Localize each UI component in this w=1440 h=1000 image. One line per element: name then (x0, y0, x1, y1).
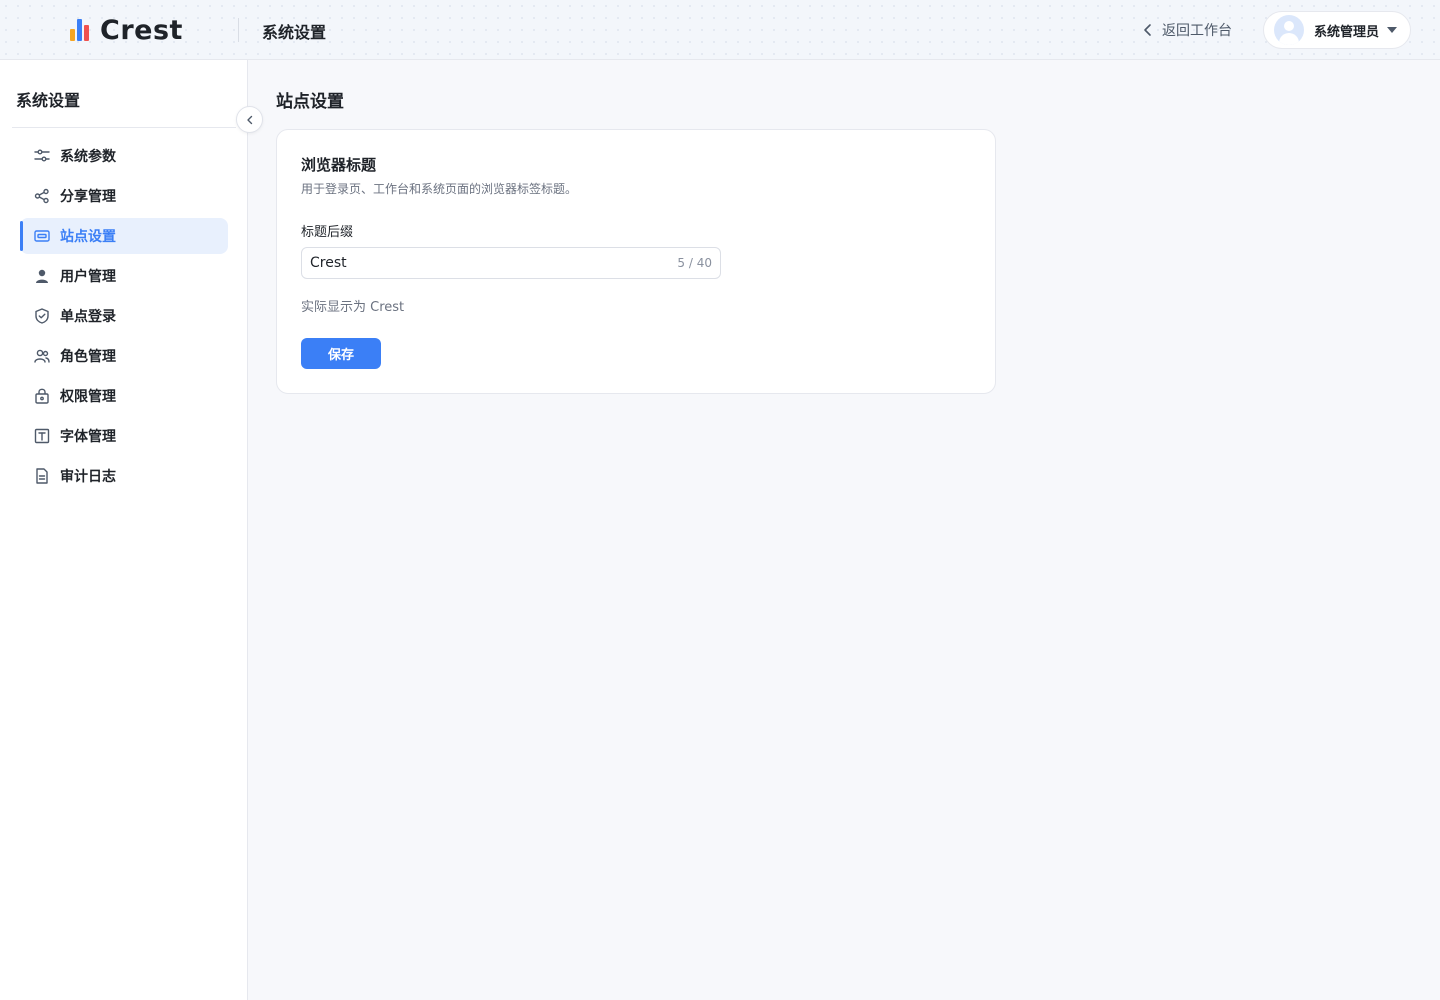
card-title: 浏览器标题 (301, 156, 377, 174)
sidebar-divider (12, 127, 236, 128)
sidebar-title: 系统设置 (16, 91, 81, 110)
sidebar-item-label: 权限管理 (60, 389, 116, 405)
caret-down-icon (1387, 27, 1398, 33)
char-counter: 5 / 40 (677, 256, 712, 270)
preview-hint: 实际显示为 Crest (301, 300, 405, 315)
browser-title-card: 浏览器标题 用于登录页、工作台和系统页面的浏览器标签标题。 标题后缀 5 / 4… (276, 129, 996, 394)
sidebar-item-label: 字体管理 (60, 429, 116, 445)
logo-bars-icon (70, 17, 92, 43)
card-description: 用于登录页、工作台和系统页面的浏览器标签标题。 (301, 182, 578, 196)
sidebar-item-label: 用户管理 (60, 269, 116, 285)
save-button[interactable]: 保存 (301, 338, 381, 369)
shield-check-icon (33, 307, 51, 325)
sidebar-item-share[interactable]: 分享管理 (20, 178, 228, 214)
sidebar-item-audit-log[interactable]: 审计日志 (20, 458, 228, 494)
sidebar-item-label: 站点设置 (60, 229, 116, 245)
user-menu[interactable]: 系统管理员 (1263, 11, 1411, 49)
header-title: 系统设置 (262, 23, 327, 42)
sidebar-item-label: 系统参数 (60, 149, 116, 165)
title-suffix-input[interactable] (302, 248, 678, 278)
logo[interactable]: Crest (70, 14, 183, 46)
top-header: Crest 系统设置 返回工作台 系统管理员 (0, 0, 1440, 60)
chevron-left-icon (246, 115, 252, 124)
sidebar-item-label: 单点登录 (60, 309, 116, 325)
sidebar: 系统设置 系统参数 分享管理 站点设置 用户管理 单点登录 角色管理 权限管理 … (0, 60, 248, 1000)
user-name: 系统管理员 (1314, 24, 1380, 40)
sidebar-item-label: 审计日志 (60, 469, 116, 485)
sidebar-item-users[interactable]: 用户管理 (20, 258, 228, 294)
sidebar-item-fonts[interactable]: 字体管理 (20, 418, 228, 454)
users-icon (33, 347, 51, 365)
page-title: 站点设置 (276, 92, 344, 112)
chevron-left-icon (1144, 24, 1151, 36)
sidebar-item-permissions[interactable]: 权限管理 (20, 378, 228, 414)
sidebar-item-label: 分享管理 (60, 189, 116, 205)
title-suffix-field[interactable]: 5 / 40 (301, 247, 721, 279)
header-divider (238, 18, 239, 42)
sidebar-item-system-params[interactable]: 系统参数 (20, 138, 228, 174)
user-icon (33, 267, 51, 285)
share-icon (33, 187, 51, 205)
text-box-icon (33, 427, 51, 445)
back-link-label: 返回工作台 (1162, 23, 1232, 39)
sidebar-item-sso[interactable]: 单点登录 (20, 298, 228, 334)
sidebar-nav: 系统参数 分享管理 站点设置 用户管理 单点登录 角色管理 权限管理 字体管理 … (20, 138, 228, 498)
site-card-icon (33, 227, 51, 245)
avatar (1274, 15, 1304, 45)
title-suffix-label: 标题后缀 (301, 225, 354, 240)
sliders-icon (33, 147, 51, 165)
back-to-workspace-link[interactable]: 返回工作台 (1140, 20, 1232, 40)
sidebar-item-site-settings[interactable]: 站点设置 (20, 218, 228, 254)
sidebar-item-label: 角色管理 (60, 349, 116, 365)
logo-text: Crest (100, 14, 183, 46)
sidebar-collapse-button[interactable] (236, 106, 263, 133)
lock-bag-icon (33, 387, 51, 405)
document-icon (33, 467, 51, 485)
sidebar-item-roles[interactable]: 角色管理 (20, 338, 228, 374)
